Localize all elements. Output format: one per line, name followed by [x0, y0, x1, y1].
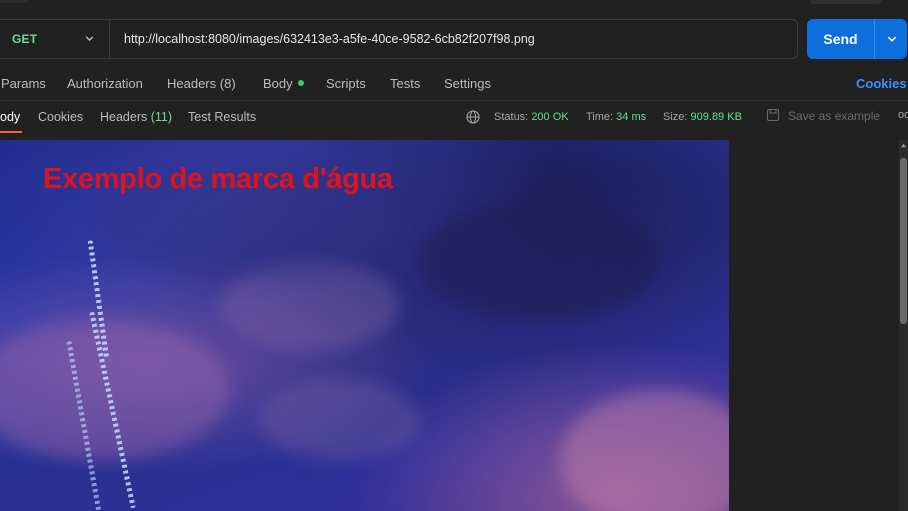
tab-params[interactable]: Params [1, 76, 46, 91]
tab-response-body[interactable]: ody [0, 110, 20, 124]
send-divider [874, 19, 875, 59]
tab-headers[interactable]: Headers (8) [167, 76, 236, 91]
response-body-viewer: Exemplo de marca d'água [0, 140, 908, 511]
time-label: Time: [586, 111, 614, 123]
active-tab-indicator [0, 131, 22, 133]
request-tabs: Params Authorization Headers (8) Body Sc… [0, 72, 908, 96]
tab-settings[interactable]: Settings [444, 76, 491, 91]
tab-scripts[interactable]: Scripts [326, 76, 366, 91]
size-label: Size: [663, 111, 688, 123]
divider [0, 100, 908, 101]
tab-response-cookies[interactable]: Cookies [38, 110, 83, 124]
status-label: Status: [494, 111, 529, 123]
cloud-shape [560, 390, 729, 511]
chevron-down-icon [85, 36, 94, 42]
save-as-example-button[interactable]: Save as example [788, 109, 880, 123]
cloud-shape [0, 320, 230, 460]
method-select[interactable]: GET [0, 20, 110, 58]
method-label: GET [12, 32, 38, 46]
window-top-strip [0, 0, 908, 8]
send-label: Send [823, 31, 858, 47]
globe-icon[interactable] [466, 110, 480, 124]
tab-response-headers-label: Headers [100, 110, 148, 124]
tab-body-label: Body [263, 76, 293, 91]
response-tabs: ody Cookies Headers (11) Test Results St… [0, 106, 908, 134]
response-headers-count: (11) [150, 110, 173, 124]
tab-tests[interactable]: Tests [390, 76, 420, 91]
tab-edge [810, 0, 882, 4]
response-image: Exemplo de marca d'água [0, 140, 729, 511]
scrollbar-thumb[interactable] [900, 158, 907, 324]
tab-body[interactable]: Body [263, 76, 304, 91]
time-value: 34 ms [616, 111, 647, 123]
request-bar: GET http://localhost:8080/images/632413e… [0, 19, 798, 59]
cloud-shape [260, 380, 420, 460]
status-value: 200 OK [531, 111, 569, 123]
scroll-up-icon[interactable] [900, 142, 907, 149]
vertical-scrollbar[interactable] [899, 140, 908, 511]
url-input[interactable]: http://localhost:8080/images/632413e3-a5… [124, 20, 535, 58]
status-readout: Status: 200 OK [494, 111, 569, 123]
save-icon [766, 108, 780, 122]
tab-response-headers[interactable]: Headers (11) [100, 110, 172, 124]
watermark-text: Exemplo de marca d'água [43, 163, 393, 195]
chevron-down-icon[interactable] [886, 33, 898, 45]
tab-authorization[interactable]: Authorization [67, 76, 143, 91]
size-readout: Size: 909.89 KB [663, 111, 742, 123]
tab-headers-label: Headers [167, 76, 217, 91]
size-value: 909.89 KB [690, 111, 742, 123]
time-readout: Time: 34 ms [586, 111, 646, 123]
cloud-shape [420, 200, 660, 320]
body-indicator-dot [297, 80, 304, 86]
tab-edge [0, 0, 28, 3]
cookies-link[interactable]: Cookies [856, 76, 907, 91]
more-icon[interactable]: oo [898, 109, 908, 121]
headers-count: (8) [219, 76, 236, 91]
send-button[interactable]: Send [807, 19, 907, 59]
tab-test-results[interactable]: Test Results [188, 110, 256, 124]
